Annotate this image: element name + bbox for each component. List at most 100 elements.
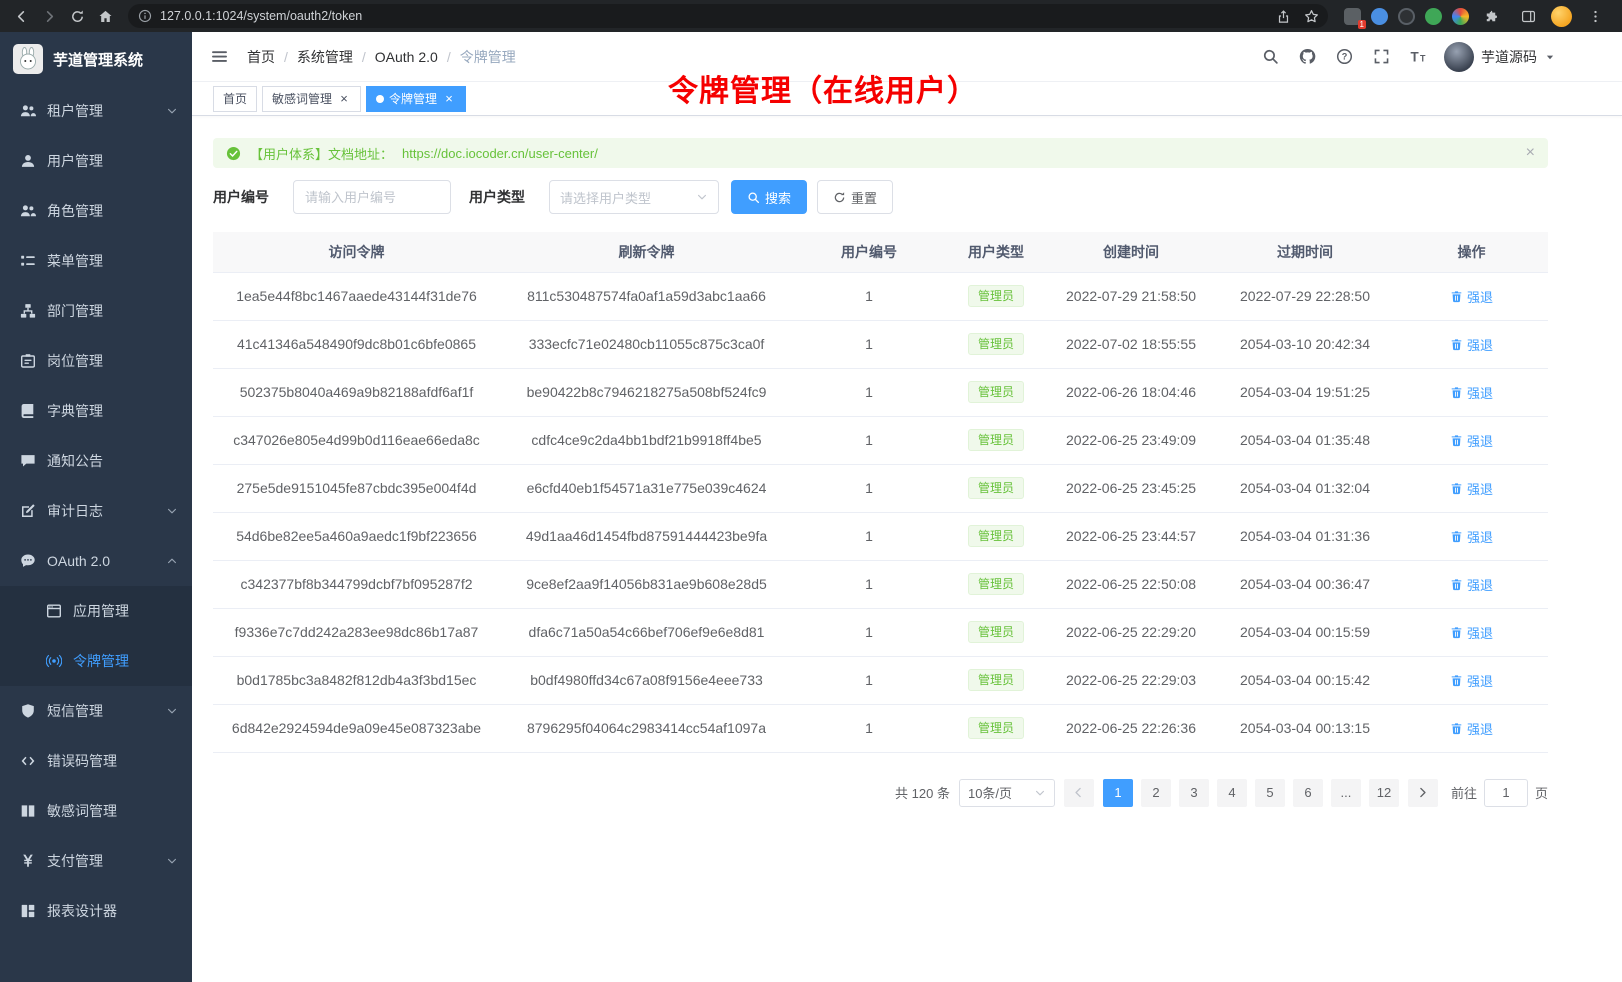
force-logout-button[interactable]: 强退 (1450, 383, 1493, 402)
cell-user-id: 1 (793, 464, 945, 512)
menu-icon (19, 253, 36, 270)
bookmark-star-icon[interactable] (1298, 3, 1324, 29)
doc-link[interactable]: https://doc.iocoder.cn/user-center/ (402, 146, 598, 161)
pager-page-4[interactable]: 4 (1217, 779, 1247, 807)
site-info-icon[interactable] (138, 9, 152, 23)
table-row: b0d1785bc3a8482f812db4a3f3bd15ecb0df4980… (213, 656, 1548, 704)
pager-page-1[interactable]: 1 (1103, 779, 1133, 807)
pager-page-5[interactable]: 5 (1255, 779, 1285, 807)
breadcrumb-item[interactable]: 首页 (247, 47, 275, 67)
side-panel-icon[interactable] (1515, 3, 1541, 29)
browser-forward-button[interactable] (36, 3, 62, 29)
cell-refresh-token: 49d1aa46d1454fbd87591444423be9fa (500, 512, 793, 560)
extension-badge: 1 (1358, 20, 1366, 29)
sidebar-item-label: 角色管理 (47, 201, 178, 221)
tab-1[interactable]: 敏感词管理× (262, 86, 361, 112)
user-type-badge: 管理员 (968, 429, 1024, 452)
force-logout-button[interactable]: 强退 (1450, 671, 1493, 690)
user-type-select[interactable]: 请选择用户类型 (549, 180, 719, 214)
share-icon[interactable] (1270, 3, 1296, 29)
reset-button[interactable]: 重置 (817, 180, 893, 214)
pager-page-2[interactable]: 2 (1141, 779, 1171, 807)
alert-close-icon[interactable]: × (1526, 145, 1535, 161)
address-bar[interactable]: 127.0.0.1:1024/system/oauth2/token (128, 4, 1328, 28)
browser-back-button[interactable] (8, 3, 34, 29)
extension-icon-2[interactable] (1371, 8, 1388, 25)
extension-icon-4[interactable] (1425, 8, 1442, 25)
extension-icon-3[interactable] (1398, 8, 1415, 25)
search-button[interactable]: 搜索 (731, 180, 807, 214)
breadcrumb-item[interactable]: 系统管理 (297, 47, 353, 67)
extension-icon-5[interactable] (1452, 8, 1469, 25)
user-type-badge: 管理员 (968, 477, 1024, 500)
role-icon (19, 203, 36, 220)
sidebar-item-post[interactable]: 岗位管理 (0, 336, 192, 386)
table-row: 54d6be82ee5a460a9aedc1f9bf22365649d1aa46… (213, 512, 1548, 560)
cell-refresh-token: be90422b8c7946218275a508bf524fc9 (500, 368, 793, 416)
browser-reload-button[interactable] (64, 3, 90, 29)
sidebar-item-app[interactable]: 应用管理 (0, 586, 192, 636)
cell-expire-time: 2054-03-04 19:51:25 (1215, 368, 1395, 416)
fullscreen-icon[interactable] (1370, 46, 1392, 68)
cell-action: 强退 (1395, 368, 1548, 416)
sidebar-item-dept[interactable]: 部门管理 (0, 286, 192, 336)
sidebar-item-report[interactable]: 报表设计器 (0, 886, 192, 936)
browser-home-button[interactable] (92, 3, 118, 29)
help-icon[interactable]: ? (1333, 46, 1355, 68)
force-logout-button[interactable]: 强退 (1450, 719, 1493, 738)
force-logout-button[interactable]: 强退 (1450, 287, 1493, 306)
force-logout-button[interactable]: 强退 (1450, 575, 1493, 594)
sidebar-collapse-button[interactable] (208, 46, 230, 68)
github-icon[interactable] (1296, 46, 1318, 68)
token-icon (45, 653, 62, 670)
jump-suffix: 页 (1535, 783, 1548, 802)
force-logout-button[interactable]: 强退 (1450, 527, 1493, 546)
sidebar-item-errcode[interactable]: 错误码管理 (0, 736, 192, 786)
page-size-select[interactable]: 10条/页 (959, 779, 1055, 807)
sidebar-item-oauth[interactable]: OAuth 2.0 (0, 536, 192, 586)
extensions-puzzle-icon[interactable] (1479, 3, 1505, 29)
force-logout-button[interactable]: 强退 (1450, 623, 1493, 642)
sidebar-item-user[interactable]: 用户管理 (0, 136, 192, 186)
tab-2[interactable]: 令牌管理× (366, 86, 466, 112)
breadcrumb-item[interactable]: OAuth 2.0 (375, 49, 438, 65)
cell-expire-time: 2054-03-04 00:15:42 (1215, 656, 1395, 704)
user-dropdown[interactable]: 芋道源码 (1444, 42, 1556, 72)
jump-page-input[interactable] (1484, 779, 1528, 807)
sidebar-item-tenant[interactable]: 租户管理 (0, 86, 192, 136)
tab-close-icon[interactable]: × (337, 92, 351, 106)
column-header: 操作 (1395, 232, 1548, 272)
sidebar-item-role[interactable]: 角色管理 (0, 186, 192, 236)
breadcrumb-separator: / (284, 49, 288, 65)
sidebar-item-dict[interactable]: 字典管理 (0, 386, 192, 436)
pager-page-3[interactable]: 3 (1179, 779, 1209, 807)
sidebar-item-sensitive[interactable]: 敏感词管理 (0, 786, 192, 836)
search-icon[interactable] (1259, 46, 1281, 68)
force-logout-button[interactable]: 强退 (1450, 335, 1493, 354)
prev-page-button[interactable] (1064, 779, 1094, 807)
user-id-input[interactable] (293, 180, 451, 214)
svg-text:T: T (1410, 49, 1419, 64)
svg-text:T: T (1419, 53, 1425, 63)
tab-0[interactable]: 首页 (213, 86, 257, 112)
user-type-badge: 管理员 (968, 381, 1024, 404)
sidebar-item-pay[interactable]: 支付管理 (0, 836, 192, 886)
sidebar-item-menu[interactable]: 菜单管理 (0, 236, 192, 286)
next-page-button[interactable] (1408, 779, 1438, 807)
extension-icon-1[interactable]: 1 (1344, 8, 1361, 25)
sidebar-item-sms[interactable]: 短信管理 (0, 686, 192, 736)
font-size-icon[interactable]: TT (1407, 46, 1429, 68)
sidebar-item-notice[interactable]: 通知公告 (0, 436, 192, 486)
pager-page-6[interactable]: 6 (1293, 779, 1323, 807)
cell-refresh-token: dfa6c71a50a54c66bef706ef9e6e8d81 (500, 608, 793, 656)
pager-page-12[interactable]: 12 (1369, 779, 1399, 807)
sidebar-item-audit[interactable]: 审计日志 (0, 486, 192, 536)
browser-menu-icon[interactable] (1582, 3, 1608, 29)
force-logout-button[interactable]: 强退 (1450, 479, 1493, 498)
tab-close-icon[interactable]: × (442, 92, 456, 106)
pager-more-button[interactable]: ... (1331, 779, 1361, 807)
sidebar-item-token[interactable]: 令牌管理 (0, 636, 192, 686)
force-logout-button[interactable]: 强退 (1450, 431, 1493, 450)
cell-user-type: 管理员 (945, 656, 1047, 704)
browser-profile-avatar[interactable] (1551, 6, 1572, 27)
